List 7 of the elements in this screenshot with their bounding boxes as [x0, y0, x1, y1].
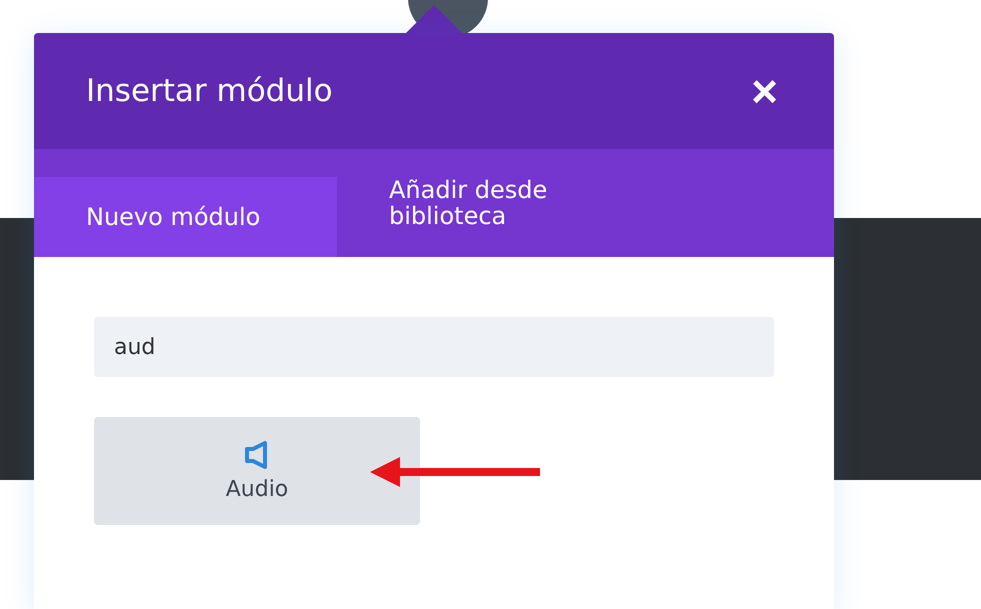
close-button[interactable]: × — [747, 68, 782, 114]
tab[interactable]: Nuevo módulo — [34, 177, 337, 257]
search-field[interactable]: aud — [94, 317, 774, 377]
tab[interactable]: Añadir desde biblioteca — [337, 149, 640, 257]
speaker-icon — [244, 440, 270, 468]
module-button[interactable]: Audio — [94, 417, 420, 525]
modal-title: Insertar módulo — [86, 73, 333, 109]
